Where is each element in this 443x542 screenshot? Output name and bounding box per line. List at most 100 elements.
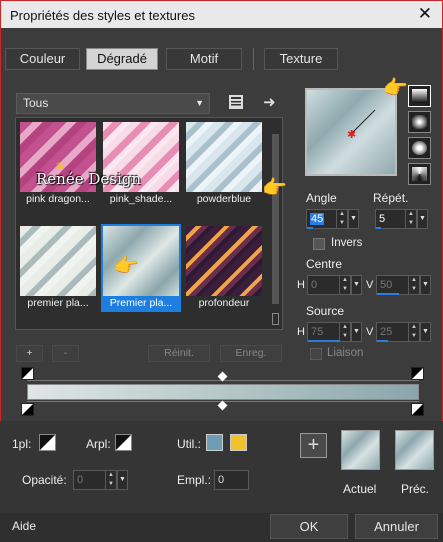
linear-gradient-icon [412,89,427,103]
repeat-value: 5 [379,213,386,225]
link-checkbox[interactable] [310,348,322,360]
arpl-label: Arpl: [86,437,111,451]
end-color-marker[interactable] [411,367,424,380]
radial-gradient-icon [412,141,427,155]
source-v-label: V [366,326,374,338]
current-swatch[interactable] [341,430,380,470]
arrow-right-icon[interactable]: ➜ [263,93,276,111]
invert-checkbox[interactable] [313,238,325,250]
center-v-dropdown[interactable]: ▼ [420,275,431,295]
start-opacity-marker[interactable] [21,403,34,416]
swatch [20,226,96,296]
gradient-thumb[interactable]: powderblue [184,120,264,208]
previous-label: Préc. [401,482,430,496]
thumb-label: Premier pla... [109,297,173,309]
repeat-bar [376,227,381,229]
tab-couleur[interactable]: Couleur [5,48,80,70]
source-h-dropdown[interactable]: ▼ [351,322,362,342]
watermark-logo: ❦ Renée Design [36,161,146,192]
ok-button[interactable]: OK [270,514,348,539]
gradient-thumb-selected[interactable]: Premier pla... [101,224,181,312]
util-label: Util.: [177,437,201,451]
tab-degrade[interactable]: Dégradé [86,48,158,70]
help-link[interactable]: Aide [12,519,36,533]
linear-shape-button[interactable] [408,85,431,107]
empl-value: 0 [218,474,225,486]
scroll-grip[interactable] [272,313,279,325]
repeat-dropdown[interactable]: ▼ [417,209,428,229]
thumb-label: premier pla... [27,297,89,309]
remove-gradient-button[interactable]: - [52,345,79,362]
opacity-dropdown[interactable]: ▼ [117,470,128,490]
sunburst-shape-button[interactable] [408,163,431,185]
svg-text:✱: ✱ [347,128,356,141]
pointing-hand-icon: 👉 [114,255,139,277]
sunburst-gradient-icon [412,167,427,181]
gradient-thumb[interactable]: profondeur [184,224,264,312]
angle-bar [307,227,313,229]
resource-manager-icon[interactable] [228,94,244,113]
spinner-arrows[interactable]: ▲ ▼ [408,323,419,341]
category-value: Tous [23,96,49,110]
cancel-button[interactable]: Annuler [355,514,438,539]
opl-swatch[interactable] [39,434,56,451]
tab-motif[interactable]: Motif [166,48,242,70]
radial-shape-button[interactable] [408,137,431,159]
pointing-hand-icon: 👉 [262,177,287,199]
source-h-input[interactable]: 75 ▲ ▼ [307,322,351,342]
thumb-label: pink dragon... [26,193,90,205]
center-h-dropdown[interactable]: ▼ [351,275,362,295]
spinner-arrows[interactable]: ▲ ▼ [405,210,416,228]
util-color-1[interactable] [206,434,223,451]
rectangular-shape-button[interactable] [408,111,431,133]
opacity-label: Opacité: [22,473,67,487]
arpl-swatch[interactable] [115,434,132,451]
center-h-input[interactable]: 0 ▲ ▼ [307,275,351,295]
center-v-value: 50 [380,279,393,291]
angle-input[interactable]: 45 ▲ ▼ [306,209,348,229]
spinner-arrows[interactable]: ▲ ▼ [408,276,419,294]
swatch [186,122,262,192]
center-v-bar [377,293,399,295]
current-label: Actuel [343,482,377,496]
spinner-arrows[interactable]: ▲ ▼ [336,210,347,228]
add-to-swatches-button[interactable]: + [300,433,327,458]
scrollbar-thumb[interactable] [272,134,279,304]
source-v-input[interactable]: 25 ▲ ▼ [376,322,420,342]
spinner-arrows[interactable]: ▲ ▼ [339,323,350,341]
empl-input[interactable]: 0 [214,470,249,490]
center-h-value: 0 [311,279,318,291]
opacity-input[interactable]: 0 ▲ ▼ [73,470,117,490]
gradient-thumb[interactable]: premier pla... [18,224,98,312]
gallery-scrollbar[interactable] [270,120,281,328]
save-button[interactable]: Enreg. [220,345,282,362]
center-label: Centre [306,257,343,271]
gradient-preview[interactable]: ✱ [305,88,397,176]
close-icon[interactable]: ✕ [418,4,432,24]
chevron-down-icon: ▼ [195,98,204,108]
repeat-input[interactable]: 5 ▲ ▼ [375,209,417,229]
center-h-label: H [297,279,305,291]
spinner-arrows[interactable]: ▲ ▼ [105,471,116,489]
gradient-thumb[interactable]: pink_shade... [101,120,181,208]
thumb-label: profondeur [198,297,250,309]
source-v-dropdown[interactable]: ▼ [420,322,431,342]
spinner-arrows[interactable]: ▲ ▼ [339,276,350,294]
center-v-input[interactable]: 50 ▲ ▼ [376,275,420,295]
previous-swatch[interactable] [395,430,434,470]
source-v-bar [377,340,388,342]
empl-label: Empl.: [177,473,212,487]
reset-button[interactable]: Réinit. [148,345,210,362]
tab-texture[interactable]: Texture [264,48,338,70]
end-opacity-marker[interactable] [411,403,424,416]
add-gradient-button[interactable]: + [16,345,43,362]
pointing-hand-icon: 👉 [383,77,408,99]
util-color-2[interactable] [230,434,247,451]
source-v-value: 25 [380,326,393,338]
title-bar: Propriétés des styles et textures ✕ [0,0,443,28]
category-dropdown[interactable]: Tous ▼ [16,93,210,114]
start-color-marker[interactable] [21,367,34,380]
gradient-bar[interactable] [27,384,419,400]
thumb-label: powderblue [196,193,252,205]
angle-dropdown[interactable]: ▼ [348,209,359,229]
